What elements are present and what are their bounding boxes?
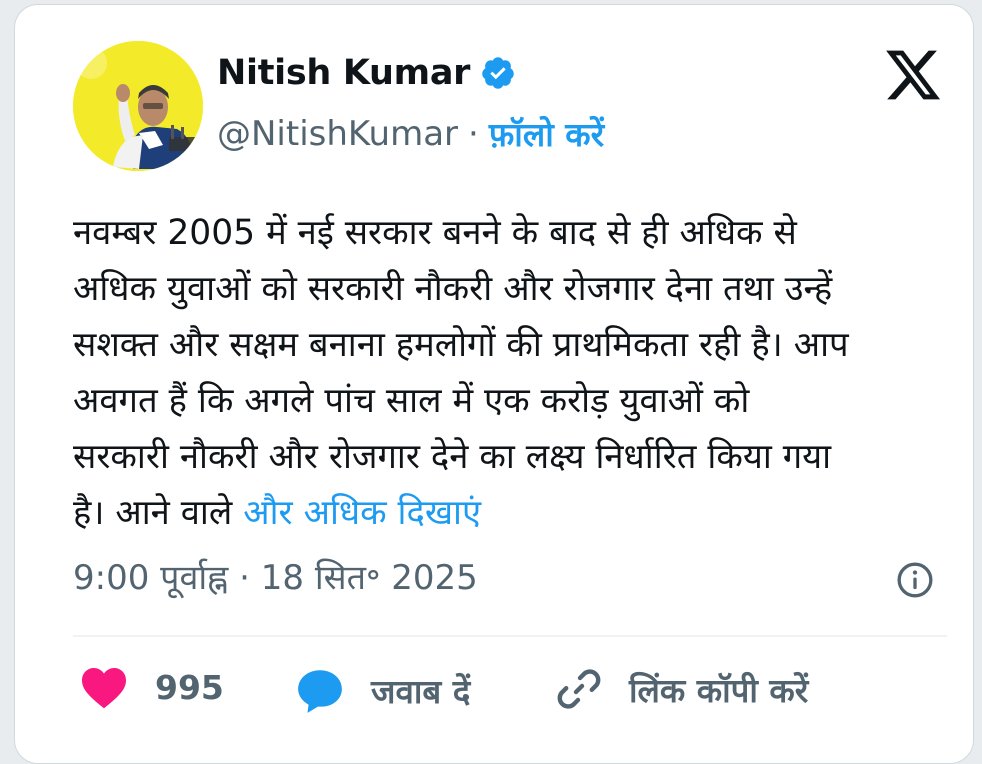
tweet-text-line: सरकारी नौकरी और रोजगार देने का लक्ष्य नि… bbox=[73, 437, 832, 477]
copy-link-button[interactable]: लिंक कॉपी करें bbox=[555, 665, 808, 713]
like-count: 995 bbox=[155, 667, 224, 707]
tweet-text-line: नवम्बर 2005 में नई सरकार बनने के बाद से … bbox=[73, 213, 797, 253]
author-handle[interactable]: @NitishKumar bbox=[217, 114, 458, 154]
like-button[interactable]: 995 bbox=[79, 665, 224, 709]
handle-separator: · bbox=[468, 113, 479, 154]
info-icon[interactable] bbox=[895, 560, 935, 600]
avatar[interactable] bbox=[73, 41, 203, 171]
show-more-link[interactable]: और अधिक दिखाएं bbox=[243, 493, 481, 533]
follow-button[interactable]: फ़ॉलो करें bbox=[489, 111, 604, 156]
tweet-text-line: सशक्त और सक्षम बनाना हमलोगों की प्राथमिक… bbox=[73, 325, 849, 365]
tweet-text-last-line: है। आने वाले और अधिक दिखाएं bbox=[73, 485, 953, 541]
tweet-timestamp[interactable]: 9:00 पूर्वाह्न · 18 सित॰ 2025 bbox=[73, 553, 478, 599]
copy-link-label: लिंक कॉपी करें bbox=[629, 670, 809, 710]
reply-bubble-icon bbox=[298, 670, 342, 713]
avatar-image bbox=[73, 41, 203, 171]
tweet-text-line: अधिक युवाओं को सरकारी नौकरी और रोजगार दे… bbox=[73, 269, 833, 309]
tweet-text: नवम्बर 2005 में नई सरकार बनने के बाद से … bbox=[73, 205, 953, 541]
tweet-embed-card: Nitish Kumar @NitishKumar · फ़ॉलो करें न… bbox=[14, 4, 974, 764]
author-name[interactable]: Nitish Kumar bbox=[217, 53, 470, 93]
divider bbox=[73, 635, 947, 637]
verified-badge-icon bbox=[480, 55, 516, 91]
reply-label: जवाब दें bbox=[371, 671, 471, 711]
tweet-text-line: अवगत हैं कि अगले पांच साल में एक करोड़ य… bbox=[73, 381, 750, 421]
tweet-text-tail: है। आने वाले bbox=[73, 493, 244, 533]
reply-button[interactable]: जवाब दें bbox=[295, 665, 470, 715]
link-icon bbox=[557, 669, 601, 709]
author-name-row: Nitish Kumar bbox=[217, 53, 516, 93]
author-handle-row: @NitishKumar · फ़ॉलो करें bbox=[217, 111, 604, 156]
x-logo-icon[interactable] bbox=[883, 45, 943, 105]
heart-icon bbox=[82, 668, 126, 709]
